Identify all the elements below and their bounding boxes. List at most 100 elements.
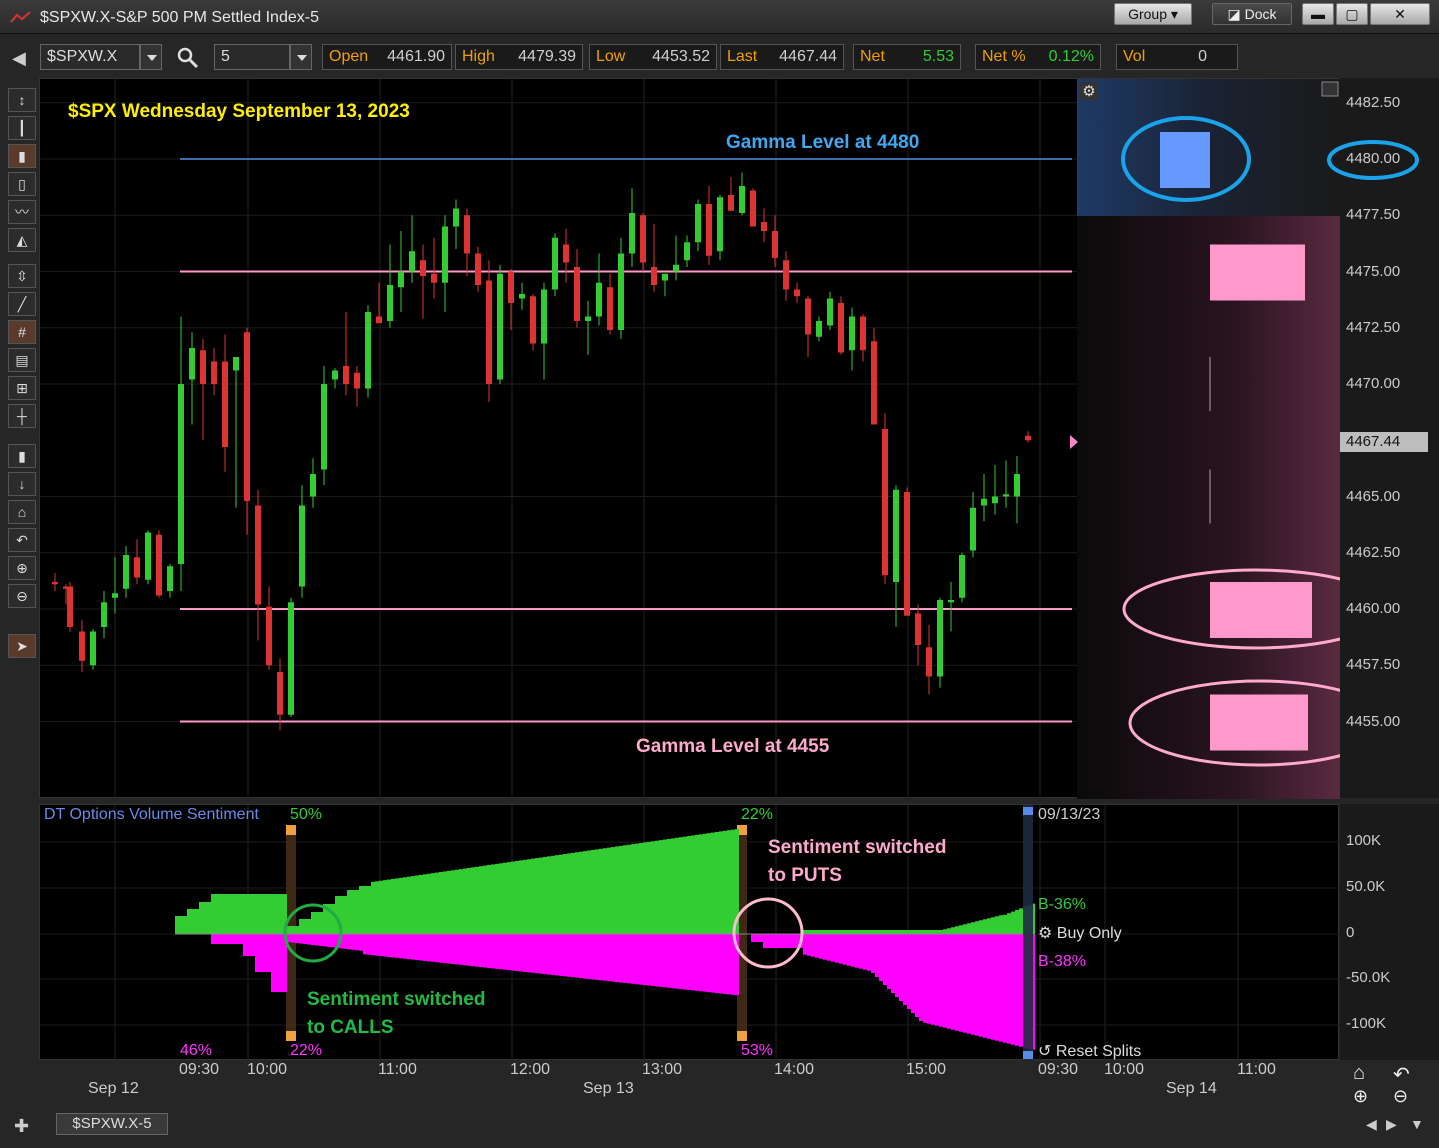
area-chart-tool-icon[interactable]: ◭ [8, 228, 36, 252]
sentiment-buy-bar [275, 894, 279, 934]
zoom-out-view-icon[interactable]: ⊖ [1393, 1086, 1408, 1107]
grid-tool-icon[interactable]: # [8, 320, 36, 344]
sentiment-sell-bar [711, 934, 715, 993]
sentiment-sell-bar [951, 934, 955, 1030]
time-axis[interactable]: 09:30 10:00 11:00 12:00 13:00 14:00 15:0… [39, 1060, 1439, 1110]
sent-axis-neg50k: -50.0K [1346, 969, 1391, 986]
home-icon[interactable]: ⌂ [8, 500, 36, 524]
candle-body [662, 273, 668, 281]
bar-chart-tool-icon[interactable]: ┃ [8, 116, 36, 140]
sentiment-sell-bar [719, 934, 723, 994]
tab-spxw-5[interactable]: $SPXW.X-5 [56, 1113, 168, 1135]
sentiment-sell-bar [351, 934, 355, 950]
sentiment-buy-bar [587, 850, 591, 934]
gamma-4480-label: Gamma Level at 4480 [726, 132, 920, 153]
sentiment-sell-bar [911, 934, 915, 1013]
undo-view-icon[interactable]: ↶ [1393, 1062, 1410, 1087]
sentiment-sell-bar [347, 934, 351, 950]
tab-list-icon[interactable]: ▼ [1410, 1116, 1424, 1132]
zoom-out-icon[interactable]: ⊖ [8, 584, 36, 608]
sentiment-buy-bar [591, 849, 595, 934]
candle-body [607, 287, 613, 330]
symbol-dropdown[interactable] [140, 44, 162, 70]
symbol-input[interactable]: $SPXW.X [40, 44, 140, 70]
split-handle-left-top[interactable] [286, 825, 296, 835]
split-handle-right-bottom[interactable] [737, 1031, 747, 1041]
tab-scroll-left-icon[interactable]: ◀ [1366, 1116, 1377, 1133]
table-tool-icon[interactable]: ▤ [8, 348, 36, 372]
grid-small-tool-icon[interactable]: ⊞ [8, 376, 36, 400]
sentiment-buy-bar [907, 930, 911, 934]
minimize-button[interactable]: ▬ [1302, 3, 1334, 25]
search-icon[interactable] [176, 46, 200, 70]
sentiment-title: DT Options Volume Sentiment [44, 806, 259, 823]
chart-window: { "window": { "title": "$SPXW.X-S&P 500 … [0, 0, 1439, 1148]
panel-menu-icon[interactable] [1321, 81, 1339, 97]
pointer-tool-icon[interactable]: ➤ [8, 634, 36, 658]
sentiment-sell-bar [883, 934, 887, 985]
sentiment-sell-bar [271, 934, 275, 992]
pin-tool-icon[interactable]: ↓ [8, 472, 36, 496]
candlestick-tool-icon[interactable]: ▮ [8, 144, 36, 168]
sentiment-sell-bar [843, 934, 847, 965]
sentiment-axis[interactable]: 100K 50.0K 0 -50.0K -100K [1340, 804, 1439, 1060]
drag-tool-icon[interactable]: ▮ [8, 444, 36, 468]
price-axis[interactable]: 4482.50 4480.00 4477.50 4475.00 4472.50 4470.… [1340, 78, 1439, 798]
interval-dropdown[interactable] [290, 44, 312, 70]
collapse-arrow-icon[interactable]: ◀ [12, 48, 26, 69]
sentiment-buy-bar [647, 841, 651, 934]
high-value: 4479.39 [518, 48, 576, 65]
sentiment-buy-bar [971, 922, 975, 934]
group-label: Group [1128, 6, 1167, 22]
sentiment-sell-bar [315, 934, 319, 946]
sentiment-buy-bar [455, 869, 459, 934]
home-view-icon[interactable]: ⌂ [1353, 1062, 1365, 1085]
trendline-tool-icon[interactable]: ╱ [8, 292, 36, 316]
vertical-scale-tool-icon[interactable]: ⇳ [8, 264, 36, 288]
sentiment-sell-bar [363, 934, 367, 955]
sentiment-buy-bar [423, 874, 427, 934]
sentiment-buy-bar [991, 917, 995, 934]
title-bar: $SPXW.X-S&P 500 PM Settled Index-5 Group… [0, 0, 1439, 34]
session-handle-bottom[interactable] [1023, 1051, 1033, 1059]
sentiment-buy-bar [243, 894, 247, 934]
sentiment-buy-bar [1019, 908, 1023, 934]
group-dropdown[interactable]: Group ▾ [1114, 3, 1192, 25]
sentiment-buy-bar [435, 872, 439, 934]
candle-body [167, 566, 173, 591]
undo-icon[interactable]: ↶ [8, 528, 36, 552]
hollow-candle-tool-icon[interactable]: ▯ [8, 172, 36, 196]
session-handle-top[interactable] [1023, 807, 1033, 815]
zoom-in-view-icon[interactable]: ⊕ [1353, 1086, 1368, 1107]
price-chart-panel[interactable]: ⚙ $SPX Wednesday September 13, 2023 Gamm… [39, 78, 1340, 799]
split-handle-left-bottom[interactable] [286, 1031, 296, 1041]
buy-only-label: Buy Only [1056, 925, 1122, 942]
candle-body [123, 555, 129, 589]
dock-button[interactable]: ◪ Dock [1212, 3, 1292, 25]
sentiment-sell-bar [403, 934, 407, 959]
candle-body [409, 251, 415, 272]
marker-tool-icon[interactable]: ┼ [8, 404, 36, 428]
sentiment-sell-bar [459, 934, 463, 965]
candle-body [552, 237, 558, 290]
candle-body [761, 222, 767, 231]
zoom-in-icon[interactable]: ⊕ [8, 556, 36, 580]
crosshair-tool-icon[interactable]: ↕ [8, 88, 36, 112]
maximize-button[interactable]: ▢ [1336, 3, 1368, 25]
net-label: Net [860, 48, 885, 65]
add-tab-icon[interactable]: ✚ [14, 1116, 29, 1137]
line-chart-tool-icon[interactable]: 〰 [8, 200, 36, 224]
reset-splits-button[interactable]: ↺ Reset Splits [1038, 1041, 1141, 1061]
sentiment-sell-bar [815, 934, 819, 958]
buy-only-toggle[interactable]: ⚙ Buy Only [1038, 923, 1122, 943]
sentiment-panel[interactable]: DT Options Volume Sentiment 50% 22% 46% … [39, 804, 1340, 1061]
interval-input[interactable]: 5 [214, 44, 290, 70]
sentiment-buy-bar [999, 915, 1003, 934]
tab-scroll-right-icon[interactable]: ▶ [1386, 1116, 1397, 1133]
sent-axis-neg100k: -100K [1346, 1015, 1387, 1032]
sentiment-buy-bar [391, 878, 395, 934]
close-button[interactable]: ✕ [1370, 3, 1430, 25]
open-value: 4461.90 [387, 48, 445, 65]
sentiment-buy-bar [979, 920, 983, 934]
sentiment-sell-bar [259, 934, 263, 972]
